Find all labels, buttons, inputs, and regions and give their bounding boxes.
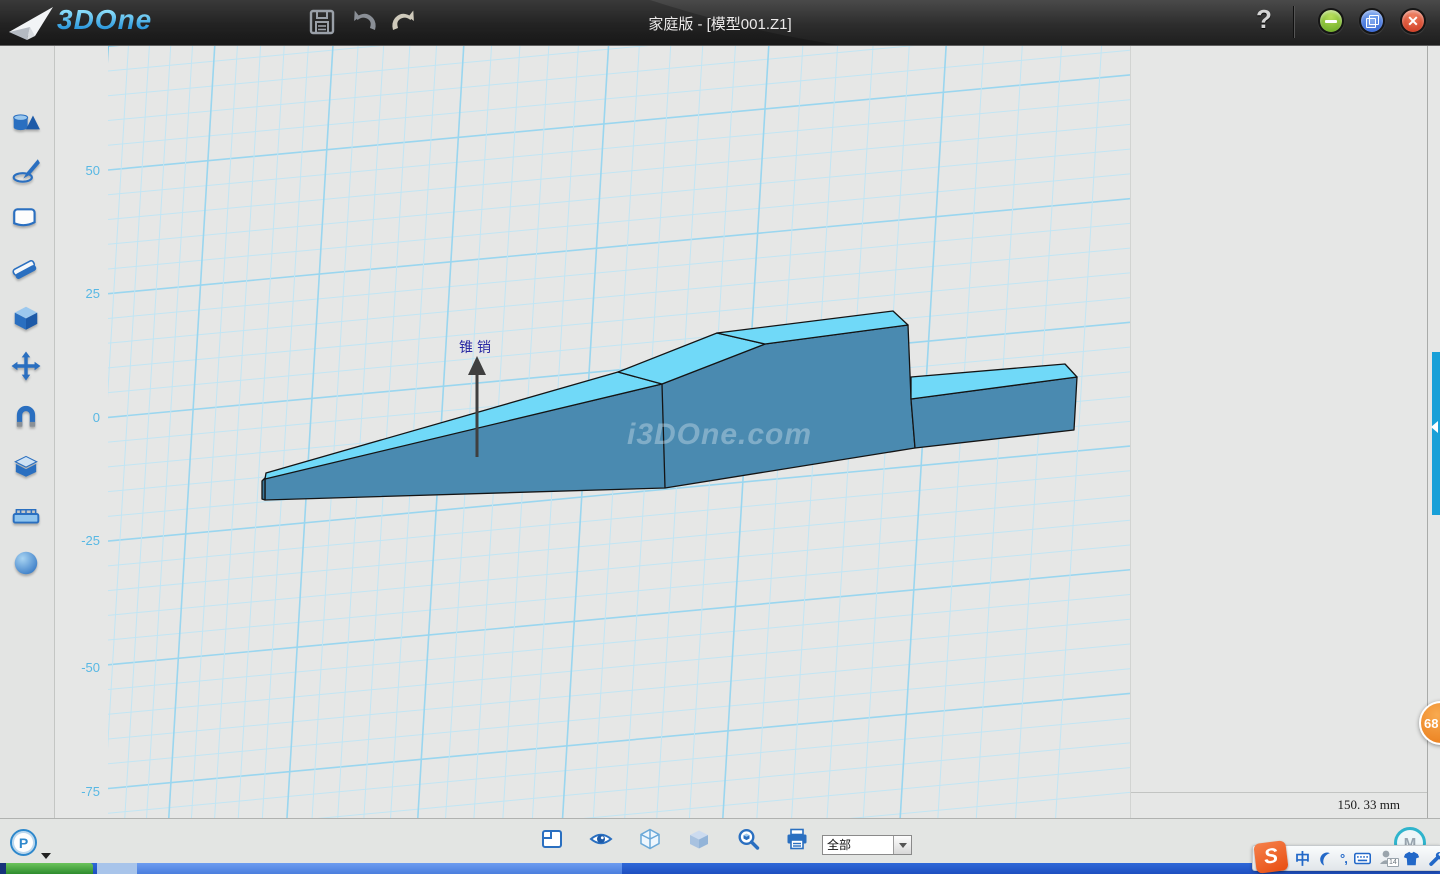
watermark-text: i3DOne.com: [627, 418, 812, 451]
move-icon[interactable]: [11, 351, 41, 381]
viewport-layout-icon[interactable]: [540, 827, 564, 851]
restore-icon: [1366, 15, 1378, 27]
title-bar: 3DOne 家庭版 - [模型001.Z1] ? ✕: [0, 0, 1440, 46]
combine-icon[interactable]: [11, 450, 41, 480]
right-panel-border: [1427, 45, 1428, 818]
primitives-icon[interactable]: [11, 108, 41, 138]
start-button-sliver[interactable]: [6, 863, 93, 874]
sweep-icon[interactable]: [11, 255, 41, 285]
profile-caret-icon[interactable]: [41, 853, 51, 859]
svg-text:25: 25: [86, 286, 100, 301]
grid-right-border: [1130, 45, 1131, 818]
titlebar-separator: [1293, 6, 1294, 38]
bottom-toolbar: 全部: [0, 818, 1440, 863]
minimize-button[interactable]: [1318, 8, 1344, 34]
collapse-left-arrow-icon[interactable]: [1431, 421, 1438, 433]
zoom-search-icon[interactable]: [736, 827, 760, 851]
user-status-icon[interactable]: 14: [1378, 849, 1396, 867]
model-annotation-label: 锥销: [459, 339, 495, 355]
svg-text:-25: -25: [81, 533, 100, 548]
visibility-eye-icon[interactable]: [589, 827, 613, 851]
scene-svg[interactable]: 50 25 0 -25 -50 -75 i3DOne.com 锥销: [55, 45, 1440, 818]
svg-text:-75: -75: [81, 784, 100, 799]
quicklaunch-sliver[interactable]: [97, 863, 137, 874]
os-taskbar: [0, 863, 1440, 874]
left-toolbar: [0, 45, 55, 818]
feature-cube-icon[interactable]: [11, 303, 41, 333]
ime-tray-bar: S 中 °, 14: [1252, 845, 1440, 871]
active-task-sliver[interactable]: [137, 863, 622, 874]
surface-icon[interactable]: [11, 204, 41, 234]
sogou-logo-icon[interactable]: S: [1253, 840, 1288, 874]
keyboard-icon[interactable]: [1354, 852, 1371, 865]
axis-labels: 50 25 0 -25 -50 -75: [81, 163, 100, 799]
measure-icon[interactable]: [11, 499, 41, 529]
moon-icon[interactable]: [1317, 850, 1333, 866]
help-button[interactable]: ?: [1256, 4, 1272, 35]
sketch-icon[interactable]: [11, 156, 41, 186]
restore-button[interactable]: [1359, 8, 1385, 34]
svg-text:0: 0: [93, 410, 100, 425]
profile-corner-button[interactable]: P: [10, 829, 37, 856]
svg-text:50: 50: [86, 163, 100, 178]
user-level-badge: 14: [1387, 858, 1399, 867]
filter-dropdown[interactable]: 全部: [822, 835, 912, 855]
measurement-readout: 150. 33 mm: [1290, 797, 1400, 813]
punctuation-toggle-icon[interactable]: °,: [1340, 851, 1347, 866]
panel-collapse-strip[interactable]: [1432, 352, 1440, 515]
print-icon[interactable]: [785, 827, 809, 851]
model-face-left-tip[interactable]: [262, 478, 265, 500]
skin-shirt-icon[interactable]: [1403, 850, 1420, 867]
status-cell-border: [1131, 792, 1427, 793]
viewport-canvas[interactable]: 50 25 0 -25 -50 -75 i3DOne.com 锥销: [55, 45, 1440, 818]
wireframe-display-icon[interactable]: [638, 827, 662, 851]
render-sphere-icon[interactable]: [11, 548, 41, 578]
magnet-icon[interactable]: [11, 401, 41, 431]
dropdown-arrow-button[interactable]: [893, 836, 911, 854]
ime-mode-toggle[interactable]: 中: [1295, 848, 1310, 869]
close-icon: ✕: [1407, 14, 1419, 28]
wrench-settings-icon[interactable]: [1427, 850, 1440, 867]
chevron-down-icon: [899, 843, 907, 848]
window-title: 家庭版 - [模型001.Z1]: [0, 13, 1440, 34]
close-button[interactable]: ✕: [1400, 8, 1426, 34]
svg-text:-50: -50: [81, 660, 100, 675]
shaded-display-icon[interactable]: [687, 827, 711, 851]
filter-selected-value: 全部: [823, 836, 893, 854]
minimize-icon: [1325, 20, 1337, 23]
